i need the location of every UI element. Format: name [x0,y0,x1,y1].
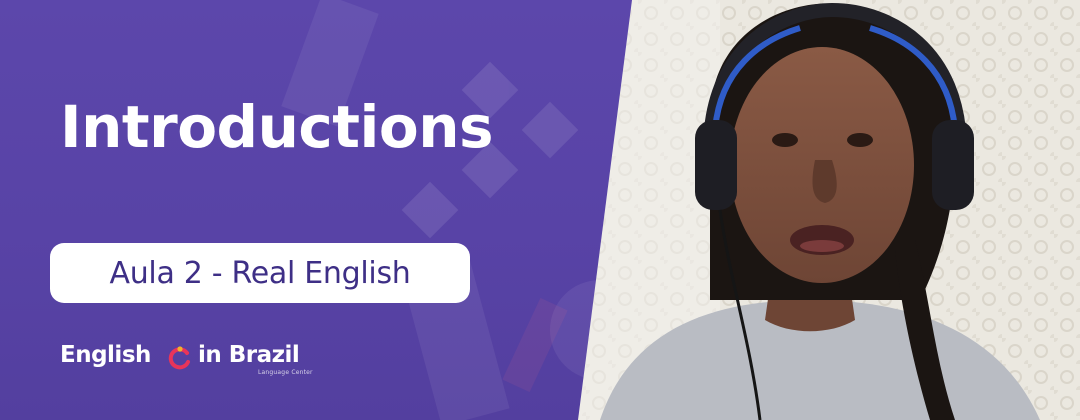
speaker-illustration [560,0,1080,420]
banner-title: Introductions [60,93,494,161]
logo-ring-icon [168,346,190,370]
brand-logo: English in Brazil Language Center [60,344,320,384]
logo-word-english: English [60,342,151,368]
course-banner: Introductions Aula 2 - Real English Engl… [0,0,1080,420]
lesson-label-pill: Aula 2 - Real English [50,243,470,303]
lesson-label: Aula 2 - Real English [109,255,411,291]
logo-word-in-brazil: in Brazil [198,342,300,368]
logo-tagline: Language Center [258,369,313,376]
speaker-photo [560,0,1080,420]
